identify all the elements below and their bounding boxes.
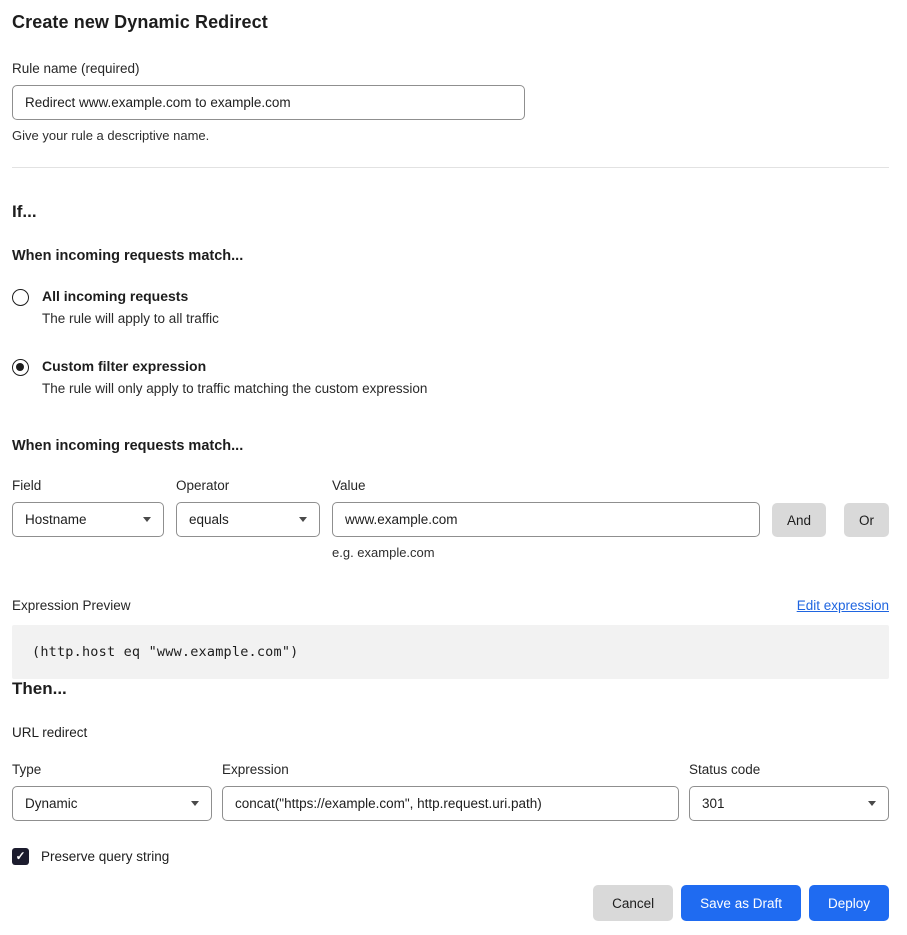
option-description: The rule will only apply to traffic matc…	[42, 381, 427, 396]
radio-unchecked-icon[interactable]	[12, 289, 29, 306]
page-title: Create new Dynamic Redirect	[12, 12, 889, 33]
status-code-label: Status code	[689, 762, 889, 777]
field-select-value: Hostname	[25, 512, 87, 527]
expression-label: Expression	[222, 762, 679, 777]
rule-name-group: Rule name (required) Give your rule a de…	[12, 61, 889, 143]
type-select[interactable]: Dynamic	[12, 786, 212, 821]
filter-builder-heading: When incoming requests match...	[12, 438, 889, 454]
field-select[interactable]: Hostname	[12, 502, 164, 537]
operator-column: Operator equals	[176, 478, 320, 537]
rule-name-input[interactable]	[12, 85, 525, 120]
redirect-expression-input[interactable]	[222, 786, 679, 821]
deploy-button[interactable]: Deploy	[809, 885, 889, 921]
preserve-query-label: Preserve query string	[41, 849, 169, 864]
and-button[interactable]: And	[772, 503, 826, 537]
chevron-down-icon	[143, 517, 151, 522]
expression-column: Expression	[222, 762, 679, 821]
value-column: Value e.g. example.com	[332, 478, 760, 560]
section-divider	[12, 167, 889, 168]
type-select-value: Dynamic	[25, 796, 78, 811]
chevron-down-icon	[868, 801, 876, 806]
edit-expression-link[interactable]: Edit expression	[797, 598, 889, 613]
status-code-select-value: 301	[702, 796, 725, 811]
or-button[interactable]: Or	[844, 503, 889, 537]
value-label: Value	[332, 478, 760, 493]
rule-name-help: Give your rule a descriptive name.	[12, 128, 889, 143]
status-code-column: Status code 301	[689, 762, 889, 821]
save-as-draft-button[interactable]: Save as Draft	[681, 885, 801, 921]
radio-option-all-requests[interactable]: All incoming requests The rule will appl…	[12, 288, 889, 326]
cancel-button[interactable]: Cancel	[593, 885, 673, 921]
status-code-select[interactable]: 301	[689, 786, 889, 821]
value-help: e.g. example.com	[332, 545, 760, 560]
option-text: Custom filter expression The rule will o…	[42, 358, 427, 396]
expression-preview-code: (http.host eq "www.example.com")	[12, 625, 889, 679]
option-label: All incoming requests	[42, 288, 219, 304]
rule-name-label: Rule name (required)	[12, 61, 889, 76]
footer-actions: Cancel Save as Draft Deploy	[12, 885, 889, 921]
chevron-down-icon	[299, 517, 307, 522]
create-redirect-form: Create new Dynamic Redirect Rule name (r…	[0, 0, 907, 935]
operator-select[interactable]: equals	[176, 502, 320, 537]
option-description: The rule will apply to all traffic	[42, 311, 219, 326]
option-label: Custom filter expression	[42, 358, 427, 374]
chevron-down-icon	[191, 801, 199, 806]
url-redirect-label: URL redirect	[12, 725, 889, 740]
preserve-query-checkbox-row[interactable]: ✓ Preserve query string	[12, 848, 889, 865]
expression-preview-label: Expression Preview	[12, 598, 131, 613]
operator-select-value: equals	[189, 512, 229, 527]
radio-option-custom-expression[interactable]: Custom filter expression The rule will o…	[12, 358, 889, 396]
value-input[interactable]	[332, 502, 760, 537]
field-label: Field	[12, 478, 164, 493]
type-column: Type Dynamic	[12, 762, 212, 821]
filter-builder-row: Field Hostname Operator equals Value e.g…	[12, 478, 889, 560]
incoming-match-heading: When incoming requests match...	[12, 248, 889, 264]
and-or-buttons: And Or	[772, 478, 889, 537]
type-label: Type	[12, 762, 212, 777]
expression-preview-header: Expression Preview Edit expression	[12, 598, 889, 613]
field-column: Field Hostname	[12, 478, 164, 537]
if-heading: If...	[12, 202, 889, 222]
redirect-config-row: Type Dynamic Expression Status code 301	[12, 762, 889, 821]
checkbox-checked-icon[interactable]: ✓	[12, 848, 29, 865]
operator-label: Operator	[176, 478, 320, 493]
then-heading: Then...	[12, 679, 889, 699]
radio-checked-icon[interactable]	[12, 359, 29, 376]
option-text: All incoming requests The rule will appl…	[42, 288, 219, 326]
